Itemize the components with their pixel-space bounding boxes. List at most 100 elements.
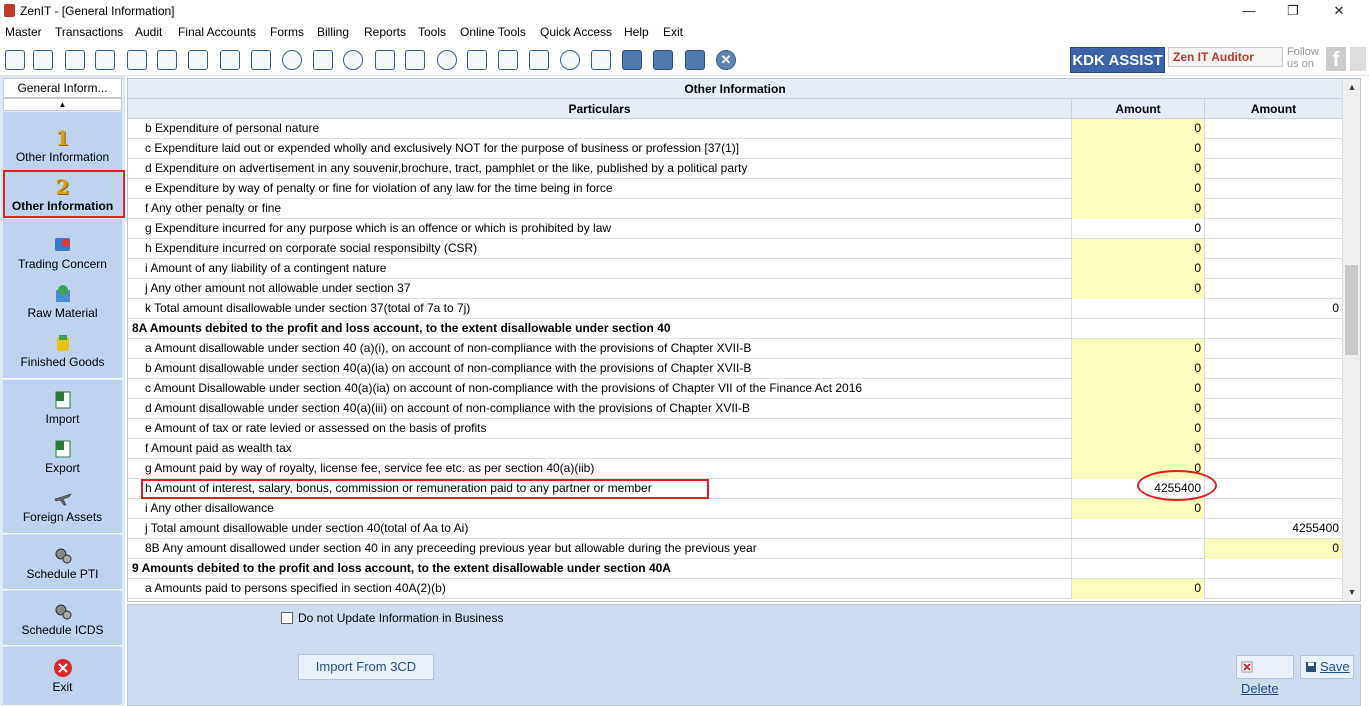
book-icon[interactable] [405,50,425,70]
table-row[interactable]: c Expenditure laid out or expended wholl… [128,139,1342,159]
copy-icon[interactable] [591,50,611,70]
column-header-particulars[interactable]: Particulars [128,99,1072,119]
table-row[interactable]: i Amount of any liability of a contingen… [128,259,1342,279]
amount-cell[interactable]: 0 [1072,359,1205,379]
table-row[interactable]: a Amounts paid to persons specified in s… [128,579,1342,599]
menu-help[interactable]: Help [624,25,649,39]
menu-forms[interactable]: Forms [270,25,304,39]
column-header-amount-2[interactable]: Amount [1205,99,1342,119]
table-row[interactable]: a Amount disallowable under section 40 (… [128,339,1342,359]
gift-icon[interactable] [127,50,147,70]
menu-online-tools[interactable]: Online Tools [460,25,526,39]
amount-cell[interactable]: 0 [1072,159,1205,179]
amount-cell[interactable]: 0 [1072,419,1205,439]
sidebar-item-raw-material[interactable]: Raw Material [3,284,122,320]
table-row[interactable]: h Expenditure incurred on corporate soci… [128,239,1342,259]
restore-button[interactable]: ❐ [1276,2,1310,20]
table-row[interactable]: b Expenditure of personal nature 0 [128,119,1342,139]
pay-icon[interactable] [375,50,395,70]
scroll-down-arrow-icon[interactable]: ▼ [1343,584,1361,601]
table-row[interactable]: j Any other amount not allowable under s… [128,279,1342,299]
table-row[interactable]: k Total amount disallowable under sectio… [128,299,1342,319]
bs-sch-icon[interactable] [653,50,673,70]
menu-audit[interactable]: Audit [135,25,162,39]
add-icon[interactable] [560,50,580,70]
table-row[interactable]: f Any other penalty or fine 0 [128,199,1342,219]
save-button[interactable]: Save [1300,655,1354,679]
menu-reports[interactable]: Reports [364,25,406,39]
arrow-icon[interactable] [282,50,302,70]
table-row[interactable]: 9 Amounts debited to the profit and loss… [128,559,1342,579]
document-icon[interactable] [467,50,487,70]
sidebar-item-other-information-1[interactable]: 1 Other Information [3,128,122,164]
menu-billing[interactable]: Billing [317,25,349,39]
menu-tools[interactable]: Tools [418,25,446,39]
table-row[interactable]: c Amount Disallowable under section 40(a… [128,379,1342,399]
kdk-assist-button[interactable]: KDK ASSIST [1070,47,1165,73]
sidebar-scroll-up-button[interactable]: ▲ [3,98,122,111]
amount-cell[interactable]: 0 [1072,119,1205,139]
amount-cell[interactable]: 0 [1072,259,1205,279]
tag-icon[interactable] [188,50,208,70]
3cd-icon[interactable] [685,50,705,70]
sidebar-item-schedule-icds[interactable]: Schedule ICDS [3,601,122,637]
table-row[interactable]: i Any other disallowance 0 [128,499,1342,519]
pie-chart-icon[interactable] [343,50,363,70]
amount-cell[interactable]: 0 [1072,279,1205,299]
sidebar-item-export[interactable]: Export [3,439,122,475]
sidebar-item-exit[interactable]: Exit [3,658,122,694]
minimize-button[interactable]: — [1232,2,1266,20]
menu-final-accounts[interactable]: Final Accounts [178,25,256,39]
calculator-icon[interactable] [313,50,333,70]
table-row[interactable]: e Expenditure by way of penalty or fine … [128,179,1342,199]
amount-cell[interactable]: 0 [1072,499,1205,519]
user-document-icon[interactable] [498,50,518,70]
calendar-icon[interactable] [529,50,549,70]
zen-it-auditor-button[interactable]: Zen IT Auditor [1168,47,1283,67]
amount-cell[interactable]: 0 [1072,439,1205,459]
do-not-update-checkbox[interactable] [281,612,293,624]
delete-button[interactable]: Delete [1236,655,1294,696]
amount-cell[interactable]: 0 [1072,379,1205,399]
menu-master[interactable]: Master [5,25,42,39]
table-row[interactable]: j Total amount disallowable under sectio… [128,519,1342,539]
menu-transactions[interactable]: Transactions [55,25,123,39]
amount-cell[interactable]: 0 [1072,239,1205,259]
sidebar-item-schedule-pti[interactable]: Schedule PTI [3,545,122,581]
building-icon[interactable] [65,50,85,70]
bs-icon[interactable] [622,50,642,70]
home-icon[interactable] [33,50,53,70]
import-from-3cd-button[interactable]: Import From 3CD [298,654,434,680]
amount-cell[interactable]: 0 [1072,139,1205,159]
total-amount-cell[interactable]: 0 [1205,539,1342,559]
tax-icon[interactable] [251,50,271,70]
column-header-amount-1[interactable]: Amount [1072,99,1205,119]
table-row[interactable]: f Amount paid as wealth tax 0 [128,439,1342,459]
scroll-up-arrow-icon[interactable]: ▲ [1343,79,1361,96]
menu-quick-access[interactable]: Quick Access [540,25,612,39]
amount-cell[interactable]: 0 [1072,179,1205,199]
sidebar-item-finished-goods[interactable]: Finished Goods [3,333,122,369]
users-icon[interactable] [157,50,177,70]
bar-chart-icon[interactable] [95,50,115,70]
sidebar-item-foreign-assets[interactable]: Foreign Assets [3,488,122,524]
vertical-scrollbar[interactable]: ▲ ▼ [1342,79,1360,601]
rupee-icon[interactable] [5,50,25,70]
table-row[interactable]: d Amount disallowable under section 40(a… [128,399,1342,419]
table-row[interactable]: b Amount disallowable under section 40(a… [128,359,1342,379]
close-window-button[interactable]: ✕ [1322,2,1356,20]
table-row[interactable]: 8B Any amount disallowed under section 4… [128,539,1342,559]
close-icon[interactable]: ✕ [716,50,736,70]
amount-cell[interactable]: 0 [1072,399,1205,419]
scrollbar-thumb[interactable] [1345,265,1358,355]
table-row[interactable]: e Amount of tax or rate levied or assess… [128,419,1342,439]
table-row[interactable]: 8A Amounts debited to the profit and los… [128,319,1342,339]
sidebar-item-trading-concern[interactable]: Trading Concern [3,235,122,271]
facebook-icon[interactable]: f [1326,47,1346,71]
table-row[interactable]: d Expenditure on advertisement in any so… [128,159,1342,179]
amount-cell[interactable]: 0 [1072,579,1205,599]
menu-exit[interactable]: Exit [663,25,683,39]
sidebar-item-import[interactable]: Import [3,390,122,426]
amount-cell[interactable]: 0 [1072,199,1205,219]
filter-icon[interactable] [220,50,240,70]
